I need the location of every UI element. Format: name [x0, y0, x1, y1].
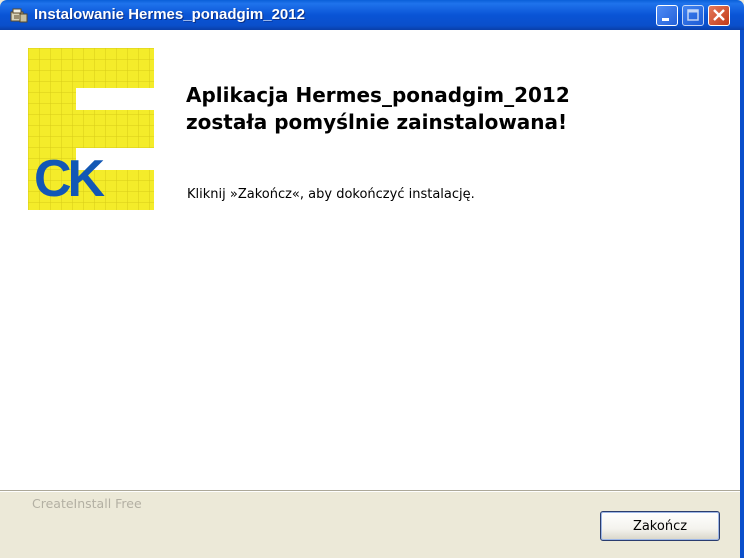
- maximize-icon: [687, 9, 699, 21]
- minimize-icon: [662, 18, 669, 21]
- title-line-1: Aplikacja Hermes_ponadgim_2012: [186, 83, 570, 107]
- ck-logo: CK: [28, 48, 154, 210]
- logo-text: CK: [34, 150, 106, 208]
- title-bar[interactable]: Instalowanie Hermes_ponadgim_2012: [0, 0, 744, 30]
- footer-divider-highlight: [0, 491, 744, 492]
- maximize-button[interactable]: [682, 5, 704, 26]
- close-icon: [713, 9, 725, 21]
- installer-window: Instalowanie Hermes_ponadgim_2012 CK Apl…: [0, 0, 744, 558]
- close-button[interactable]: [708, 5, 730, 26]
- brand-label: CreateInstall Free: [32, 496, 142, 511]
- minimize-button[interactable]: [656, 5, 678, 26]
- title-line-2: została pomyślnie zainstalowana!: [186, 110, 568, 134]
- page-title: Aplikacja Hermes_ponadgim_2012 została p…: [186, 82, 706, 136]
- installer-icon: [10, 7, 28, 23]
- window-title: Instalowanie Hermes_ponadgim_2012: [34, 6, 305, 23]
- finish-button[interactable]: Zakończ: [600, 511, 720, 541]
- window-border: [740, 30, 744, 558]
- instruction-text: Kliknij »Zakończ«, aby dokończyć instala…: [187, 187, 475, 202]
